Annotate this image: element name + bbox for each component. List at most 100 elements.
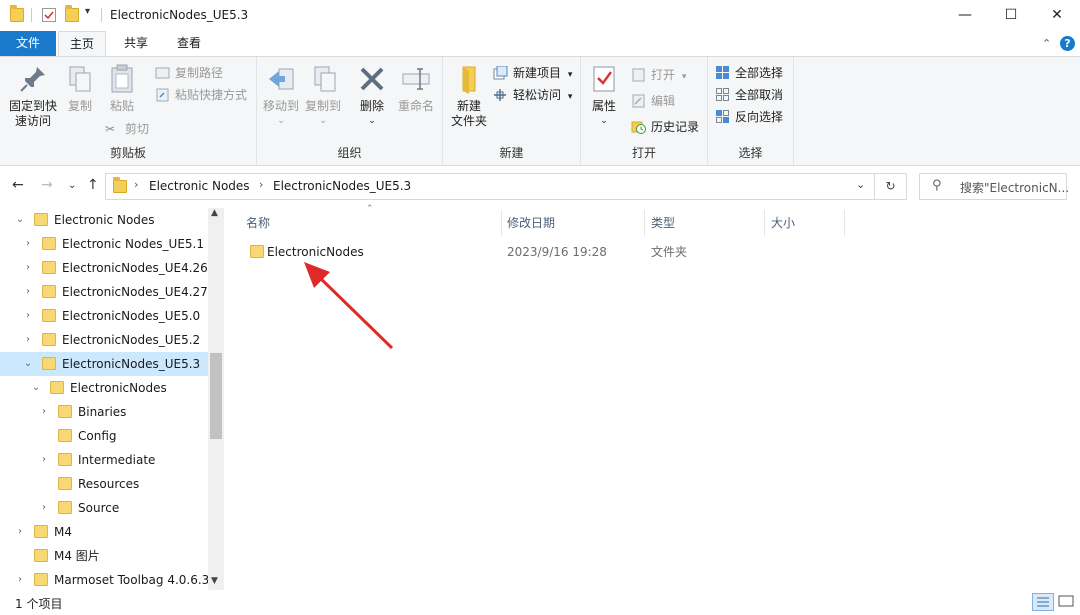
tree-item[interactable]: › M4 [0,520,208,544]
invert-selection-button[interactable]: 反向选择 [715,107,783,127]
pin-quick-access-button[interactable]: 固定到快 速访问 [6,63,60,129]
move-to-button[interactable]: 移动到 ⌄ [261,63,301,129]
rename-button[interactable]: 重命名 [394,63,438,114]
chevron-right-icon[interactable]: › [38,496,50,520]
tree-item[interactable]: ⌄ ElectronicNodes [0,376,208,400]
chevron-right-icon[interactable]: › [38,448,50,472]
scroll-down-icon[interactable]: ▼ [211,576,218,586]
breadcrumb-separator-icon[interactable]: › [134,178,138,191]
chevron-right-icon[interactable]: › [14,568,26,590]
tree-item[interactable]: › ElectronicNodes_UE5.0 [0,304,208,328]
address-bar[interactable]: › Electronic Nodes › ElectronicNodes_UE5… [105,173,875,200]
tree-item[interactable]: › Marmoset Toolbag 4.0.6.3 [0,568,209,590]
tree-item[interactable]: Config [0,424,208,448]
copy-to-button[interactable]: 复制到 ⌄ [303,63,343,129]
chevron-right-icon[interactable]: › [22,328,34,352]
new-folder-button[interactable]: 新建 文件夹 [447,63,491,129]
chevron-right-icon[interactable]: › [22,232,34,256]
chevron-right-icon[interactable]: › [22,304,34,328]
chevron-down-icon[interactable]: ⌄ [30,376,42,400]
copy-path-icon [155,66,170,80]
large-icons-view-icon [1058,595,1074,607]
tree-item-label: Binaries [78,405,127,419]
properties-check-icon[interactable] [42,8,56,22]
tab-share[interactable]: 共享 [112,31,160,56]
breadcrumb-current[interactable]: ElectronicNodes_UE5.3 [273,179,411,193]
help-icon[interactable]: ? [1060,36,1075,51]
new-item-button[interactable]: 新建项目 ▾ [493,63,572,83]
refresh-button[interactable]: ↻ [875,173,907,200]
copy-path-button[interactable]: 复制路径 [155,63,223,83]
chevron-right-icon[interactable]: › [22,280,34,304]
forward-arrow-icon[interactable]: → [41,177,53,193]
chevron-down-icon[interactable]: ⌄ [14,208,26,232]
new-folder-label-2: 文件夹 [450,114,487,128]
delete-button[interactable]: 删除 ⌄ [355,63,389,129]
copy-button[interactable]: 复制 [62,63,98,114]
tab-file[interactable]: 文件 [0,31,56,56]
tree-item[interactable]: Resources [0,472,208,496]
select-all-button[interactable]: 全部选择 [715,63,783,83]
refresh-icon: ↻ [885,179,896,193]
open-button[interactable]: 打开 ▾ [631,65,686,85]
select-none-button[interactable]: 全部取消 [715,85,783,105]
back-arrow-icon[interactable]: ← [12,177,24,193]
tree-item[interactable]: › ElectronicNodes_UE4.26 [0,256,208,280]
tree-item[interactable]: ⌄ Electronic Nodes [0,208,208,232]
details-view-button[interactable] [1032,593,1054,611]
chevron-right-icon[interactable]: › [22,256,34,280]
tree-item-label: Config [78,429,117,443]
column-header-type[interactable]: 类型 [645,210,765,236]
tree-item-label: Source [78,501,120,515]
history-icon [631,120,646,134]
large-icons-view-button[interactable] [1056,593,1076,611]
folder-icon [113,177,127,193]
properties-button[interactable]: 属性 ⌄ [587,63,621,129]
dropdown-arrow-icon: ⌄ [319,116,327,126]
column-header-size[interactable]: 大小 [765,210,845,236]
breadcrumb-electronic-nodes[interactable]: Electronic Nodes [149,179,250,193]
tree-item[interactable]: ⌄ ElectronicNodes_UE5.3 [0,352,208,376]
tree-item[interactable]: › Intermediate [0,448,208,472]
chevron-right-icon[interactable]: › [14,520,26,544]
tree-item[interactable]: › Source [0,496,208,520]
pin-icon [17,63,49,95]
tab-view[interactable]: 查看 [165,31,213,56]
tree-item[interactable]: M4 图片 [0,544,208,568]
search-input[interactable]: ⚲ 搜索"ElectronicN... [919,173,1069,200]
tree-item[interactable]: › Binaries [0,400,208,424]
new-folder-label-1: 新建 [456,99,481,113]
breadcrumb-separator-icon[interactable]: › [259,178,263,191]
address-dropdown-icon[interactable]: ⌄ [856,178,865,191]
history-button[interactable]: 历史记录 [631,117,699,137]
tree-item[interactable]: › ElectronicNodes_UE4.27 [0,280,208,304]
scroll-up-icon[interactable]: ▲ [211,208,218,218]
paste-shortcut-button[interactable]: 粘贴快捷方式 [155,85,247,105]
chevron-down-icon[interactable]: ⌄ [22,352,34,376]
maximize-button[interactable]: ☐ [988,0,1034,31]
minimize-button[interactable]: — [942,0,988,31]
cut-button[interactable]: ✂ 剪切 [105,119,149,139]
up-arrow-icon[interactable]: ↑ [87,177,99,193]
select-none-icon [715,88,730,102]
paste-button[interactable]: 粘贴 [104,63,140,114]
scrollbar-thumb[interactable] [210,353,222,439]
collapse-ribbon-icon[interactable]: ⌃ [1042,37,1051,50]
column-header-modified[interactable]: 修改日期 [501,210,645,236]
new-folder-icon [453,63,485,95]
easy-access-button[interactable]: 轻松访问 ▾ [493,85,572,105]
tree-item[interactable]: › ElectronicNodes_UE5.2 [0,328,208,352]
recent-locations-icon[interactable]: ⌄ [68,180,76,191]
folder-icon [42,309,56,322]
folder-icon [42,357,56,370]
edit-button[interactable]: 编辑 [631,91,675,111]
new-folder-icon[interactable] [65,5,79,22]
paste-shortcut-label: 粘贴快捷方式 [175,88,248,102]
tree-item[interactable]: › Electronic Nodes_UE5.1 [0,232,208,256]
tab-home[interactable]: 主页 [58,31,106,57]
open-group: 属性 ⌄ 打开 ▾ 编辑 历史记录 打开 [581,57,708,165]
close-button[interactable]: ✕ [1034,0,1080,31]
chevron-right-icon[interactable]: › [38,400,50,424]
customize-qat-icon[interactable]: ▾ [85,6,90,17]
tree-item-label: ElectronicNodes_UE4.27 [62,285,208,299]
